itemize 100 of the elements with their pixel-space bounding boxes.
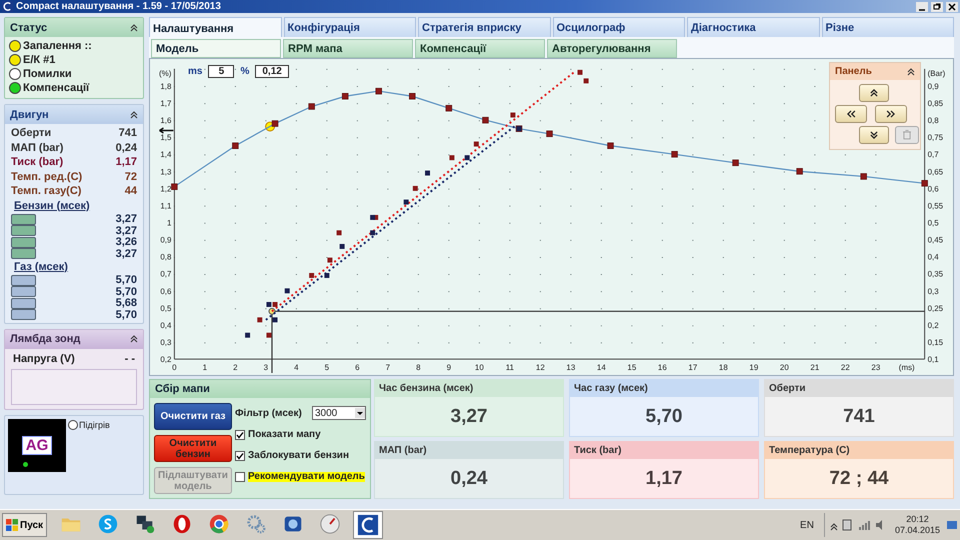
y-tick-label: 1,4 — [160, 150, 172, 160]
x-tick-label: 18 — [718, 363, 728, 372]
lambda-label: Напруга (V) — [13, 352, 75, 364]
y-tick-label: 0,7 — [160, 270, 172, 279]
y-tick-label: 1,5 — [160, 133, 172, 142]
right-tick-label: 0,45 — [928, 236, 944, 245]
injector-value: 5,70 — [116, 308, 137, 321]
tile-value: 0,24 — [450, 466, 488, 490]
right-tick-label: 0,1 — [928, 355, 939, 364]
y-tick-label: 0,9 — [160, 236, 172, 245]
param-label: Темп. ред.(С) — [11, 170, 82, 183]
status-label: Помилки — [23, 68, 72, 80]
right-tick-label: 0,8 — [928, 116, 939, 126]
tile-title: Час газу (мсек) — [570, 380, 758, 397]
x-tick-label: 11 — [506, 363, 514, 372]
tile-value: 1,17 — [644, 466, 684, 490]
injector-value: 3,27 — [116, 224, 137, 237]
y-tick-label: 0,5 — [160, 304, 172, 313]
y-tick-label: 1,6 — [160, 116, 172, 126]
tile-value: 3,27 — [450, 404, 488, 428]
x-tick-label: 20 — [780, 363, 789, 372]
x-tick-label: 4 — [294, 363, 299, 372]
y-tick-label: 0,2 — [160, 355, 172, 364]
x-tick-label: 13 — [566, 363, 576, 372]
x-tick-label: 14 — [596, 363, 606, 372]
y-tick-label: 1 — [166, 218, 172, 228]
injector-value: 5,70 — [116, 286, 137, 298]
injector-value: 3,27 — [116, 248, 137, 260]
param-value: 1,17 — [116, 156, 137, 168]
x-tick-label: 2 — [233, 363, 238, 372]
panel-title: Сбір мапи — [150, 380, 370, 398]
x-tick-label: 3 — [264, 363, 268, 372]
tile-title: МАП (bar) — [375, 442, 563, 459]
right-tick-label: 0,65 — [928, 167, 944, 176]
right-tick-label: 0,55 — [928, 201, 944, 210]
right-tick-label: 0,9 — [928, 82, 939, 91]
param-value: 72 — [124, 170, 137, 183]
y-tick-label: 0,6 — [160, 286, 172, 296]
right-tick-label: 0,2 — [928, 320, 939, 330]
x-tick-label: 9 — [446, 363, 452, 372]
y-tick-label: 1,2 — [160, 184, 172, 194]
filter-label: Фільтр (мсек) — [235, 408, 302, 418]
window-title: Compact налаштування - 1.59 - 17/05/2013 — [16, 1, 221, 12]
right-tick-label: 0,75 — [928, 133, 944, 142]
clock-date: 07.04.2015 — [894, 525, 940, 536]
x-axis-label: (ms) — [898, 363, 915, 372]
x-tick-label: 5 — [324, 363, 330, 372]
y-tick-label: 1,8 — [160, 82, 172, 91]
right-tick-label: 0,4 — [928, 252, 939, 262]
tile-title: Температура (С) — [765, 442, 953, 459]
x-tick-label: 7 — [386, 363, 390, 372]
panel-title: Панель — [835, 66, 872, 77]
percent-label: % — [240, 66, 250, 77]
x-tick-label: 22 — [840, 363, 850, 372]
y-axis-label: (%) — [159, 68, 172, 78]
x-tick-label: 15 — [627, 363, 636, 372]
panel-title: Лямбда зонд — [10, 333, 80, 345]
right-tick-label: 0,85 — [928, 99, 944, 108]
injector-value: 3,27 — [116, 213, 137, 226]
ms-label: ms — [188, 66, 202, 77]
status-label: Е/К #1 — [23, 54, 56, 66]
x-tick-label: 0 — [172, 363, 177, 372]
tile-value: 72 ; 44 — [828, 466, 890, 490]
x-tick-label: 12 — [536, 363, 545, 372]
right-tick-label: 0,5 — [928, 218, 939, 228]
y-tick-label: 0,4 — [160, 320, 172, 330]
right-tick-label: 0,35 — [928, 270, 944, 279]
x-tick-label: 23 — [871, 363, 880, 372]
y-tick-label: 0,3 — [160, 338, 172, 348]
param-label: Тиск (bar) — [11, 156, 64, 168]
x-tick-label: 21 — [810, 363, 820, 372]
param-label: Темп. газу(С) — [11, 185, 82, 198]
tile-value: 5,70 — [644, 404, 684, 428]
y-tick-label: 1,7 — [160, 99, 172, 108]
right-tick-label: 0,6 — [928, 184, 939, 194]
right-axis-label: (Bar) — [928, 68, 946, 78]
logo-text: AG — [22, 436, 52, 454]
right-tick-label: 0,7 — [928, 150, 939, 160]
tile-value: 741 — [842, 404, 876, 428]
x-tick-label: 1 — [202, 363, 208, 372]
status-label: Компенсації — [23, 82, 90, 94]
y-tick-label: 1,1 — [160, 201, 172, 210]
param-value: 741 — [118, 127, 137, 140]
lambda-value: - - — [124, 352, 135, 364]
param-value: 44 — [124, 185, 137, 198]
y-tick-label: 1,3 — [160, 167, 172, 176]
tile-title: Оберти — [765, 380, 953, 397]
x-tick-label: 16 — [658, 363, 667, 372]
tile-title: Час бензина (мсек) — [375, 380, 563, 397]
right-tick-label: 0,15 — [928, 338, 944, 348]
panel-title: Двигун — [10, 108, 49, 120]
status-label: Запалення :: — [23, 40, 92, 52]
param-label: Оберти — [11, 127, 52, 140]
x-tick-label: 17 — [688, 363, 698, 372]
right-tick-label: 0,25 — [928, 304, 944, 313]
param-label: МАП (bar) — [11, 142, 64, 154]
y-tick-label: 0,8 — [160, 252, 172, 262]
x-tick-label: 10 — [474, 363, 484, 372]
right-tick-label: 0,3 — [928, 286, 939, 296]
injector-value: 3,26 — [116, 236, 137, 248]
